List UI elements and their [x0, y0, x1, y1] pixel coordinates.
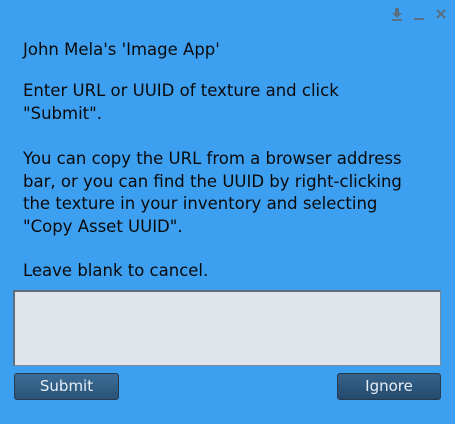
close-icon[interactable] [433, 6, 449, 22]
instruction-text: Enter URL or UUID of texture and click "… [23, 81, 339, 123]
url-uuid-input[interactable] [13, 290, 441, 366]
script-dialog: John Mela's 'Image App' Enter URL or UUI… [0, 0, 455, 424]
submit-button[interactable]: Submit [14, 373, 119, 400]
cancel-hint-text: Leave blank to cancel. [23, 261, 209, 280]
ignore-button[interactable]: Ignore [337, 373, 441, 400]
window-controls [389, 6, 449, 22]
help-text: You can copy the URL from a browser addr… [23, 149, 402, 236]
dock-icon[interactable] [389, 6, 405, 22]
minimize-icon[interactable] [411, 6, 427, 22]
dialog-title: John Mela's 'Image App' [23, 40, 220, 59]
